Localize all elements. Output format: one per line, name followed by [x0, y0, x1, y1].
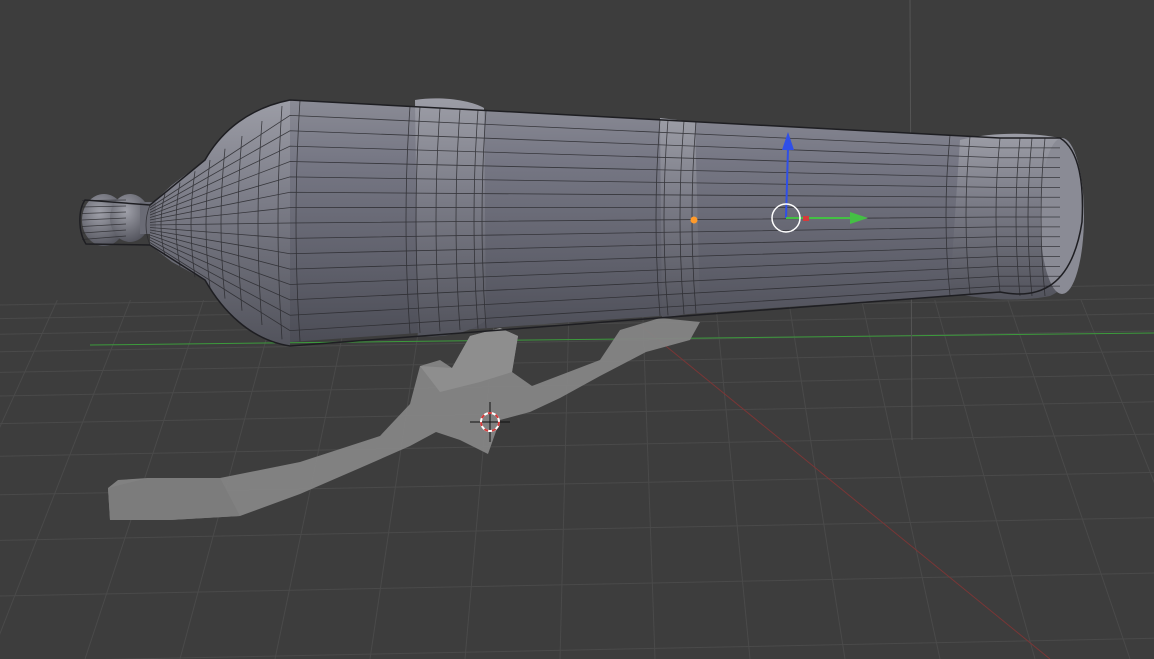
- grid-line: [714, 299, 751, 659]
- grid-line: [559, 299, 570, 659]
- grid-line: [641, 299, 656, 659]
- grid-line: [369, 299, 424, 659]
- grid-line: [861, 299, 941, 659]
- 3d-viewport[interactable]: [0, 0, 1154, 659]
- grid-line: [0, 330, 1154, 353]
- cannon-barrel[interactable]: [79, 98, 1084, 347]
- grid-line: [0, 433, 1154, 457]
- grid-line: [0, 401, 1154, 425]
- viewport-canvas[interactable]: [0, 0, 1154, 659]
- grid-line: [1080, 299, 1154, 484]
- grid-line: [0, 572, 1154, 597]
- grid-line: [0, 299, 131, 635]
- grid-line: [0, 299, 58, 429]
- grid-line: [104, 637, 1154, 659]
- x-handle-icon[interactable]: [803, 216, 809, 221]
- selected-vertex[interactable]: [690, 216, 698, 224]
- grid-line: [0, 517, 1154, 541]
